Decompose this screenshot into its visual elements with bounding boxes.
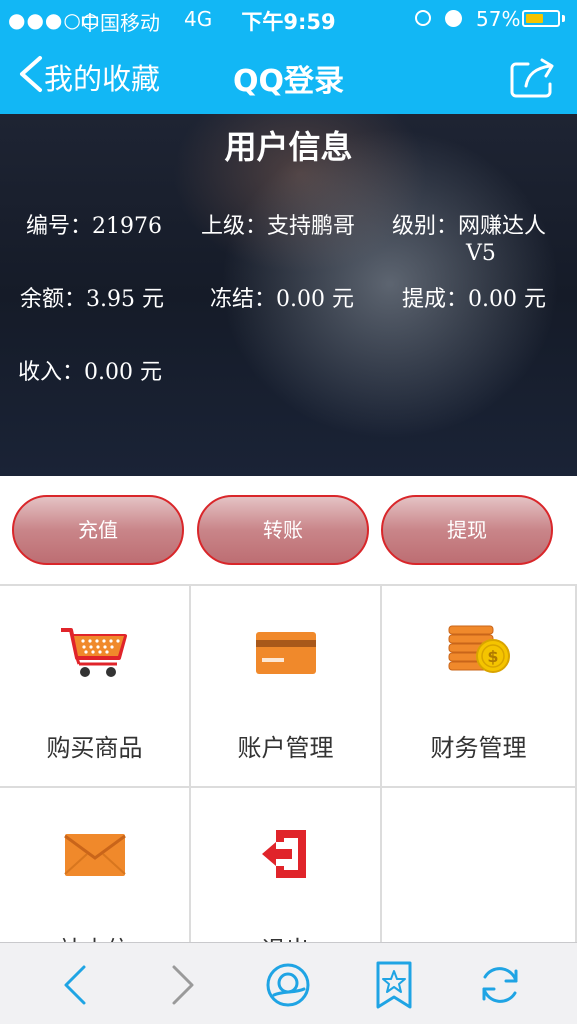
superior-value: 支持鹏哥 xyxy=(267,214,356,239)
refresh-icon[interactable] xyxy=(476,961,524,1009)
income-row: 收入：0.00 元 xyxy=(18,354,162,386)
share-icon[interactable] xyxy=(510,56,558,100)
menu-item-label: 财务管理 xyxy=(430,734,527,762)
alarm-icon xyxy=(445,10,462,27)
user-info-panel: 用户信息 编号：21976 上级：支持鹏哥 级别：网赚达人 V5 余额：3.95… xyxy=(0,114,577,476)
level-suffix-row: V5 xyxy=(466,241,496,266)
battery-fill xyxy=(526,14,543,23)
menu-item-account-management[interactable]: 账户管理 xyxy=(191,586,382,788)
lock-rotation-icon xyxy=(415,10,431,26)
back-arrow-icon[interactable] xyxy=(52,961,100,1009)
forward-arrow-icon[interactable] xyxy=(158,961,206,1009)
menu-item-label: 账户管理 xyxy=(237,734,334,762)
credit-card-icon xyxy=(191,624,380,680)
level-value: 网赚达人 xyxy=(458,214,547,239)
level-row: 级别：网赚达人 xyxy=(392,208,546,240)
menu-item-buy-goods[interactable]: 购买商品 xyxy=(0,586,191,788)
battery-tip xyxy=(562,15,565,22)
commission-value: 0.00 元 xyxy=(468,287,546,312)
commission-label: 提成： xyxy=(402,287,469,312)
income-value: 0.00 元 xyxy=(84,360,162,385)
page-title: QQ登录 xyxy=(232,64,344,99)
user-id-label: 编号： xyxy=(26,214,93,239)
commission-row: 提成：0.00 元 xyxy=(402,281,546,313)
menu-item-label: 购买商品 xyxy=(46,734,143,762)
balance-label: 余额： xyxy=(20,287,87,312)
page: ●●●○○ 中国移动 4G 下午9:59 57% 我的收藏 QQ登录 用户信息 … xyxy=(0,0,577,1024)
function-grid: 购买商品 账户管理 $ 财务管理 xyxy=(0,584,577,990)
svg-text:$: $ xyxy=(487,647,498,666)
nav-bar: 我的收藏 QQ登录 xyxy=(0,38,577,114)
shopping-cart-icon xyxy=(0,624,189,680)
coins-icon: $ xyxy=(382,624,575,680)
battery-percent: 57% xyxy=(476,7,521,31)
user-info-title: 用户信息 xyxy=(224,128,353,166)
balance-row: 余额：3.95 元 xyxy=(20,281,164,313)
superior-row: 上级：支持鹏哥 xyxy=(201,208,355,240)
action-buttons: 充值 转账 提现 xyxy=(0,476,577,584)
qq-browser-icon[interactable] xyxy=(264,961,312,1009)
superior-label: 上级： xyxy=(201,214,268,239)
menu-item-finance-management[interactable]: $ 财务管理 xyxy=(382,586,577,788)
status-bar: ●●●○○ 中国移动 4G 下午9:59 57% xyxy=(0,0,577,38)
bookmark-star-icon[interactable] xyxy=(370,961,418,1009)
frozen-label: 冻结： xyxy=(210,287,277,312)
withdraw-button[interactable]: 提现 xyxy=(381,495,553,565)
income-label: 收入： xyxy=(18,360,85,385)
balance-value: 3.95 元 xyxy=(86,287,164,312)
browser-toolbar xyxy=(0,942,577,1024)
recharge-button[interactable]: 充值 xyxy=(12,495,184,565)
battery-icon xyxy=(522,10,560,27)
envelope-icon xyxy=(0,826,189,882)
exit-icon xyxy=(191,826,380,882)
frozen-row: 冻结：0.00 元 xyxy=(210,281,354,313)
user-id-value: 21976 xyxy=(92,214,163,239)
user-id-row: 编号：21976 xyxy=(26,208,162,240)
level-label: 级别： xyxy=(392,214,459,239)
transfer-button[interactable]: 转账 xyxy=(197,495,369,565)
level-suffix: V5 xyxy=(466,241,496,266)
frozen-value: 0.00 元 xyxy=(276,287,354,312)
